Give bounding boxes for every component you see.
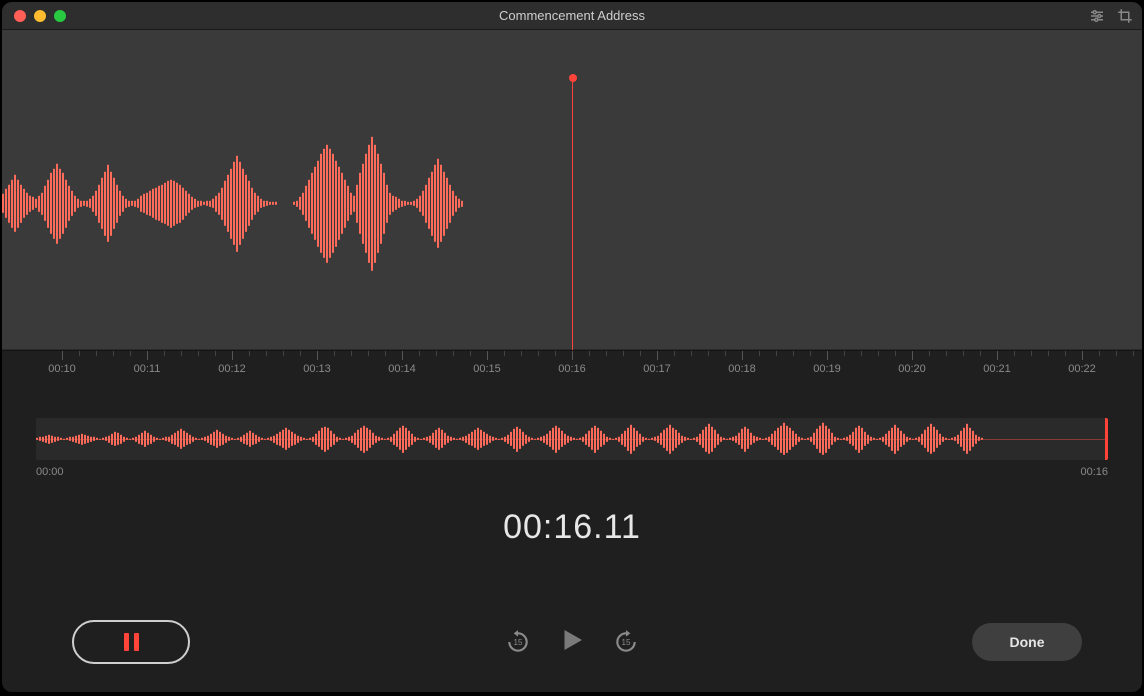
window: Commencement Address 00:1000:1100:1200:1… [2,2,1142,692]
fullscreen-button[interactable] [54,10,66,22]
waveform-main [2,136,464,270]
timeline-ruler[interactable]: 00:10 00:11 00:12 00:13 00:14 00:15 00:16 00:17… [2,350,1142,390]
playhead[interactable] [572,78,573,355]
ruler-label: 00:14 [388,363,416,375]
play-button[interactable] [557,625,587,660]
waveform-area[interactable] [2,30,1142,350]
overview-waveform [36,423,1108,455]
skip-back-seconds: 15 [514,638,523,647]
skip-forward-seconds: 15 [622,638,631,647]
ruler-label: 00:20 [898,363,926,375]
trim-icon[interactable] [1116,7,1134,30]
minimize-button[interactable] [34,10,46,22]
skip-back-button[interactable]: 15 [505,629,531,655]
ruler-label: 00:12 [218,363,246,375]
done-button[interactable]: Done [972,623,1082,661]
window-controls [14,10,66,22]
titlebar: Commencement Address [2,2,1142,30]
ruler-label: 00:22 [1068,363,1096,375]
elapsed-time: 00:16.11 [2,508,1142,547]
skip-forward-button[interactable]: 15 [613,629,639,655]
overview-strip[interactable] [36,418,1108,460]
ruler-label: 00:13 [303,363,331,375]
settings-icon[interactable] [1088,7,1106,30]
ruler-label: 00:19 [813,363,841,375]
overview-playhead[interactable] [1105,418,1108,460]
ruler-label: 00:18 [728,363,756,375]
ruler-label: 00:16 [558,363,586,375]
ruler-label: 00:11 [134,363,161,375]
pause-icon [124,633,139,651]
record-pause-button[interactable] [72,620,190,664]
ruler-label: 00:15 [473,363,501,375]
ruler-label: 00:17 [643,363,671,375]
ruler-label: 00:21 [983,363,1011,375]
overview-end-time: 00:16 [1080,466,1108,478]
window-title: Commencement Address [2,8,1142,23]
controls-bar: 15 15 Done [2,612,1142,672]
overview-start-time: 00:00 [36,466,64,478]
close-button[interactable] [14,10,26,22]
ruler-label: 00:10 [48,363,76,375]
